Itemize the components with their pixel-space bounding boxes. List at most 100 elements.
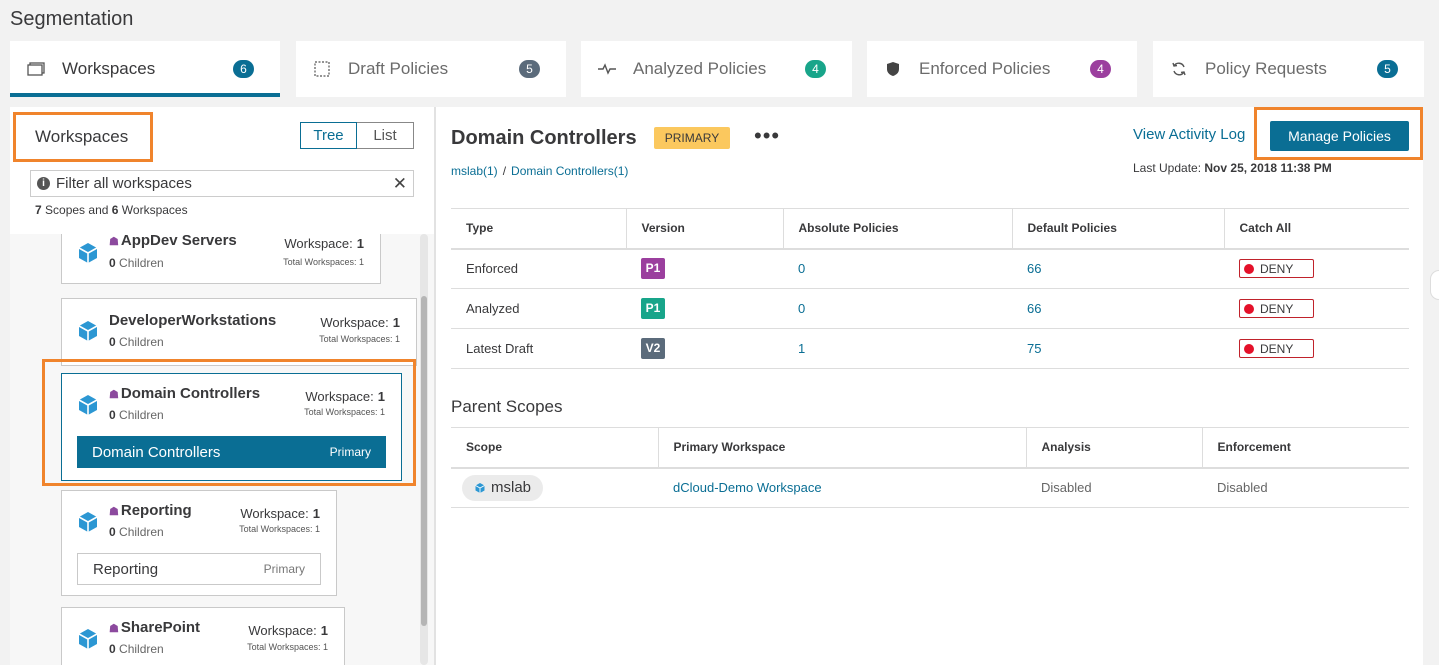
table-header-row: Scope Primary Workspace Analysis Enforce… <box>451 427 1409 469</box>
sidebar-header: Workspaces Tree List i Filter all worksp… <box>10 107 434 234</box>
table-header-row: Type Version Absolute Policies Default P… <box>451 208 1409 250</box>
table-row: Latest Draft V2 1 75 DENY <box>451 328 1409 369</box>
workspace-count: Workspace: 1 <box>284 236 364 251</box>
scrollbar-thumb[interactable] <box>421 296 427 626</box>
tab-analyzed-policies[interactable]: Analyzed Policies 4 <box>581 41 852 97</box>
children-count: 0 Children <box>109 525 164 539</box>
workspace-detail: Domain Controllers PRIMARY ••• mslab(1) /… <box>436 107 1423 665</box>
children-count: 0 Children <box>109 335 164 349</box>
workspace-card-developerworkstations[interactable]: DeveloperWorkstations 0 Children Workspa… <box>61 298 417 366</box>
column-header: Catch All <box>1223 208 1409 250</box>
parent-scopes-table: Scope Primary Workspace Analysis Enforce… <box>451 427 1409 508</box>
panel-edge-handle[interactable] <box>1430 270 1439 300</box>
primary-workspace-item[interactable]: Reporting Primary <box>77 553 321 585</box>
tab-policy-requests[interactable]: Policy Requests 5 <box>1153 41 1424 97</box>
absolute-policies-link[interactable]: 1 <box>783 328 1012 369</box>
column-header: Version <box>625 208 783 250</box>
column-header: Analysis <box>1025 427 1202 469</box>
workspace-count: Workspace: 1 <box>320 315 400 330</box>
cube-icon <box>78 243 98 263</box>
version-badge[interactable]: P1 <box>641 298 665 319</box>
clear-icon[interactable]: ✕ <box>393 174 407 194</box>
breadcrumb-item[interactable]: Domain Controllers(1) <box>511 164 628 178</box>
workspace-count: Workspace: 1 <box>240 506 320 521</box>
column-header: Scope <box>451 427 658 469</box>
home-icon: ☗ <box>109 623 119 635</box>
workspace-name: ☗ AppDev Servers <box>109 234 237 249</box>
catch-all-deny: DENY <box>1239 299 1314 318</box>
default-policies-link[interactable]: 66 <box>1012 248 1224 289</box>
type-cell: Enforced <box>451 248 626 289</box>
version-badge[interactable]: V2 <box>641 338 665 359</box>
column-header: Enforcement <box>1201 427 1409 469</box>
workspace-name: ☗ SharePoint <box>109 619 201 636</box>
cube-icon <box>78 512 98 532</box>
home-icon: ☗ <box>109 236 119 248</box>
primary-badge: PRIMARY <box>654 127 730 149</box>
parent-scopes-title: Parent Scopes <box>451 397 563 416</box>
tab-bar: Workspaces 6 Draft Policies 5 Analyzed P… <box>10 41 1424 97</box>
workspace-card-appdev-servers[interactable]: ☗ AppDev Servers 0 Children Workspace: 1 T… <box>61 234 381 284</box>
workspaces-icon <box>26 59 46 79</box>
primary-workspace-link[interactable]: dCloud-Demo Workspace <box>658 467 1026 508</box>
scope-summary: 7 Scopes and 6 Workspaces <box>35 203 188 217</box>
enforcement-status: Disabled <box>1202 467 1409 508</box>
deny-dot-icon <box>1244 263 1254 274</box>
default-policies-link[interactable]: 66 <box>1012 288 1224 329</box>
deny-dot-icon <box>1244 303 1254 314</box>
workspace-card-sharepoint[interactable]: ☗ SharePoint 0 Children Workspace: 1 Total… <box>61 607 345 665</box>
table-row: Enforced P1 0 66 DENY <box>451 248 1409 289</box>
draft-icon <box>312 59 332 79</box>
scope-pill[interactable]: mslab <box>462 474 544 501</box>
column-header: Type <box>451 208 626 250</box>
tab-count-badge: 5 <box>1377 60 1398 78</box>
default-policies-link[interactable]: 75 <box>1012 328 1224 369</box>
absolute-policies-link[interactable]: 0 <box>783 248 1012 289</box>
tab-label: Policy Requests <box>1205 59 1327 78</box>
refresh-icon <box>1169 59 1189 79</box>
workspace-title: Domain Controllers <box>451 127 637 149</box>
pulse-icon <box>597 59 617 79</box>
workspace-name: DeveloperWorkstations <box>109 312 277 329</box>
tab-count-badge: 5 <box>519 60 540 78</box>
absolute-policies-link[interactable]: 0 <box>783 288 1012 329</box>
last-update: Last Update: Nov 25, 2018 11:38 PM <box>1133 161 1332 175</box>
table-row: Analyzed P1 0 66 DENY <box>451 288 1409 329</box>
list-view-button[interactable]: List <box>357 122 414 149</box>
workspace-filter-input[interactable]: i Filter all workspaces ✕ <box>30 170 414 197</box>
total-workspaces: Total Workspaces: 1 <box>239 524 320 534</box>
column-header: Primary Workspace <box>657 427 1026 469</box>
children-count: 0 Children <box>109 256 164 270</box>
cube-icon <box>78 629 98 649</box>
sidebar-title: Workspaces <box>13 112 153 162</box>
tab-label: Analyzed Policies <box>633 59 767 78</box>
type-cell: Analyzed <box>451 288 626 329</box>
tab-count-badge: 4 <box>1090 60 1111 78</box>
cube-icon <box>475 482 485 493</box>
total-workspaces: Total Workspaces: 1 <box>319 334 400 344</box>
home-icon: ☗ <box>109 506 119 518</box>
workspace-name: ☗ Reporting <box>109 502 192 519</box>
workspace-count: Workspace: 1 <box>248 623 328 638</box>
filter-placeholder: Filter all workspaces <box>56 175 192 192</box>
more-options-icon[interactable]: ••• <box>754 123 780 149</box>
policy-version-table: Type Version Absolute Policies Default P… <box>451 208 1409 369</box>
view-activity-log-link[interactable]: View Activity Log <box>1133 126 1245 143</box>
breadcrumb-item[interactable]: mslab(1) <box>451 164 498 178</box>
tab-count-badge: 4 <box>805 60 826 78</box>
tab-enforced-policies[interactable]: Enforced Policies 4 <box>867 41 1137 97</box>
info-icon: i <box>37 177 50 190</box>
view-toggle: Tree List <box>300 122 414 149</box>
page-title: Segmentation <box>10 8 134 30</box>
tab-draft-policies[interactable]: Draft Policies 5 <box>296 41 566 97</box>
tab-label: Draft Policies <box>348 59 449 78</box>
manage-policies-button[interactable]: Manage Policies <box>1270 121 1409 151</box>
total-workspaces: Total Workspaces: 1 <box>283 257 364 267</box>
tab-workspaces[interactable]: Workspaces 6 <box>10 41 280 97</box>
workspace-card-reporting[interactable]: ☗ Reporting 0 Children Workspace: 1 Total … <box>61 490 337 596</box>
tree-view-button[interactable]: Tree <box>300 122 357 149</box>
selected-card-highlight <box>42 359 416 486</box>
breadcrumb: mslab(1) / Domain Controllers(1) <box>451 164 629 178</box>
version-badge[interactable]: P1 <box>641 258 665 280</box>
tab-label: Enforced Policies <box>919 59 1051 78</box>
